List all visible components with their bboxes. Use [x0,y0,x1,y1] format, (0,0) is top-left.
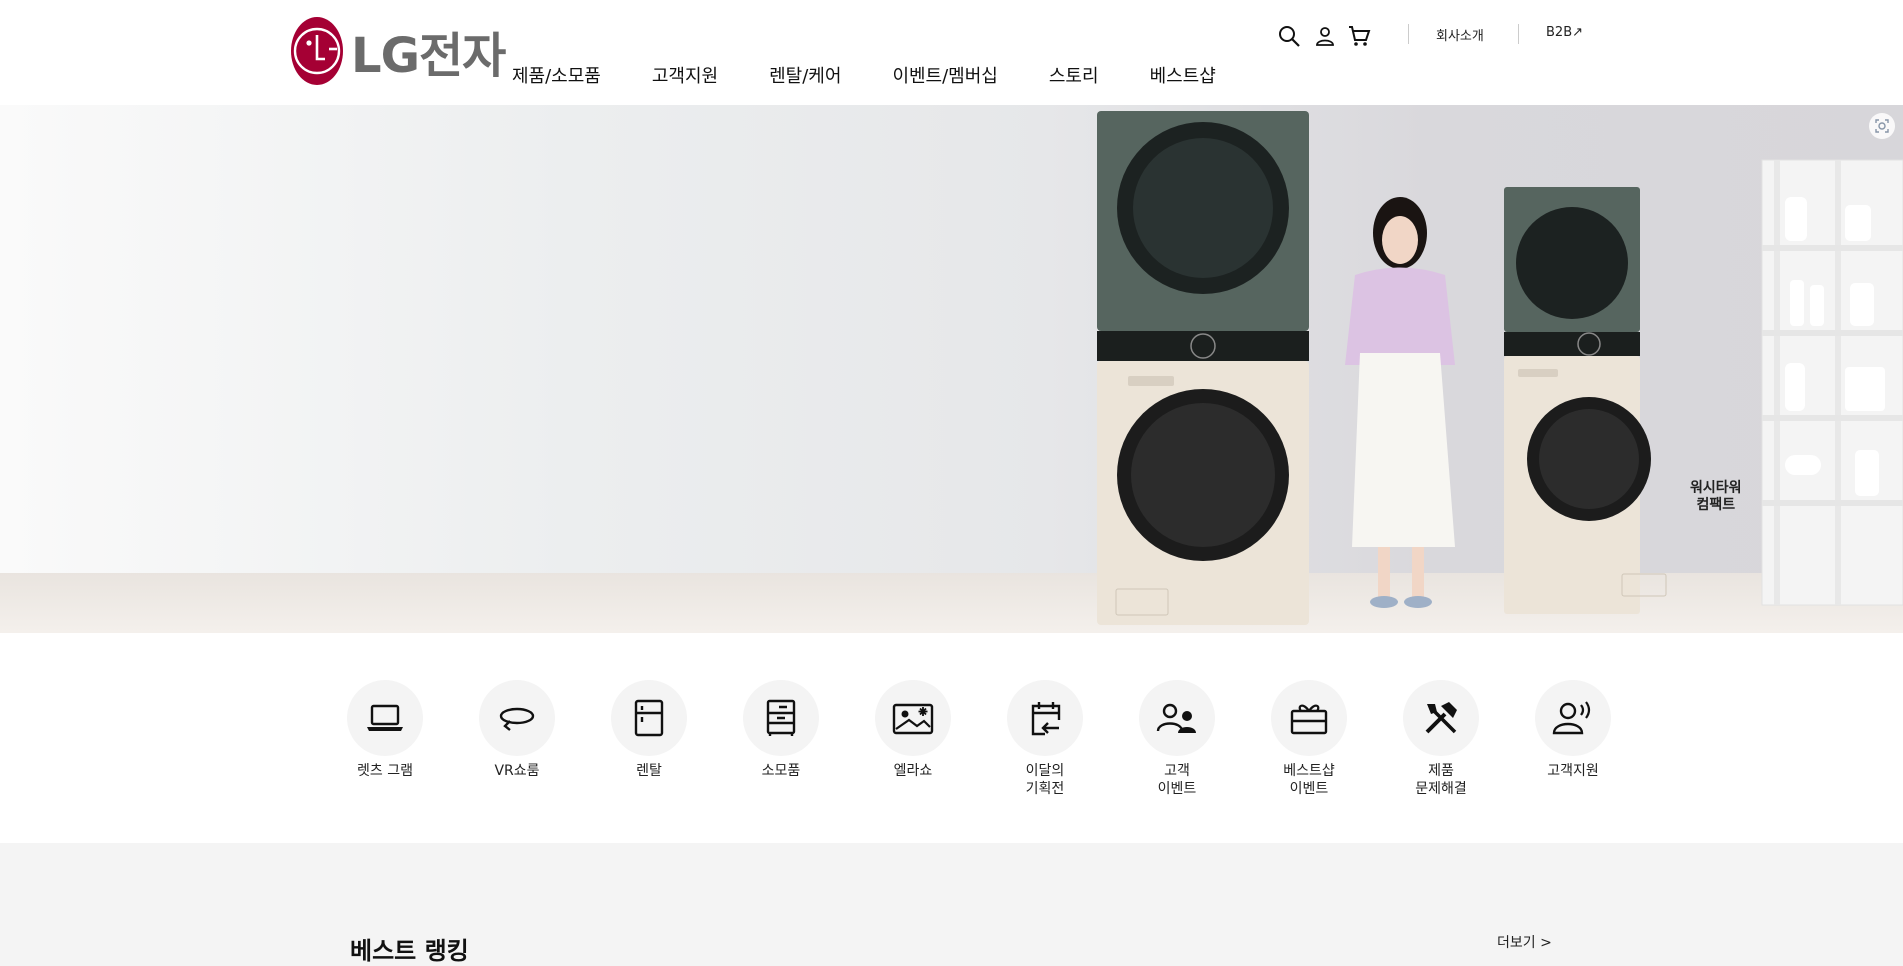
logo-text: LG전자 [351,28,506,84]
divider [1518,24,1519,44]
cart-icon[interactable] [1347,24,1371,48]
quick-item-label: 이달의 기획전 [1025,763,1065,797]
users-icon [1139,680,1215,756]
b2b-link[interactable]: B2B↗ [1546,25,1583,40]
nav-item-story[interactable]: 스토리 [1049,62,1099,88]
quick-item-bestshop-event[interactable]: 베스트샵 이벤트 [1243,680,1375,798]
image-sparkle-icon [875,680,951,756]
quick-item-label: 렌탈 [636,763,662,779]
vr-rotate-icon [479,680,555,756]
search-icon[interactable] [1277,24,1301,48]
hero-illustration [1097,111,1903,625]
quick-item-label: 엘라쇼 [893,763,933,779]
global-nav: 제품/소모품 고객지원 렌탈/케어 이벤트/멤버십 스토리 베스트샵 [512,62,1267,88]
company-link[interactable]: 회사소개 [1436,25,1484,44]
best-ranking-section: 베스트 랭킹 더보기 > [0,843,1903,966]
nav-item-products[interactable]: 제품/소모품 [512,62,601,88]
hero-banner[interactable]: 워시타워 컴팩트 [0,105,1903,633]
quick-menu: 렛츠 그램 VR쇼룸 렌탈 소모품 엘라쇼 이달의 기획전 고객 이벤트 베스트… [319,680,1639,798]
laptop-icon [347,680,423,756]
quick-item-letsgram[interactable]: 렛츠 그램 [319,680,451,798]
quick-item-ellashow[interactable]: 엘라쇼 [847,680,979,798]
product-label: 워시타워 컴팩트 [1690,480,1742,514]
quick-item-troubleshooting[interactable]: 제품 문제해결 [1375,680,1507,798]
nav-item-rental[interactable]: 렌탈/케어 [769,62,841,88]
quick-item-customer-support[interactable]: 고객지원 [1507,680,1639,798]
lg-logo-mark-icon [291,17,343,85]
divider [1408,24,1409,44]
quick-item-label: VR쇼룸 [494,763,540,779]
quick-item-label: 고객지원 [1547,763,1599,779]
quick-item-vr-showroom[interactable]: VR쇼룸 [451,680,583,798]
refrigerator-icon [611,680,687,756]
quick-item-label: 고객 이벤트 [1157,763,1197,797]
quick-item-label: 제품 문제해결 [1415,763,1467,797]
lg-logo[interactable]: LG전자 [291,16,506,86]
site-header: LG전자 제품/소모품 고객지원 렌탈/케어 이벤트/멤버십 스토리 베스트샵 … [0,0,1903,105]
support-agent-icon [1535,680,1611,756]
quick-item-monthly-promo[interactable]: 이달의 기획전 [979,680,1111,798]
lg-face-icon [293,27,341,75]
quick-item-label: 베스트샵 이벤트 [1283,763,1335,797]
quick-item-label: 소모품 [761,763,801,779]
nav-item-events[interactable]: 이벤트/멤버십 [892,62,997,88]
section-title: 베스트 랭킹 [350,937,469,965]
quick-item-customer-event[interactable]: 고객 이벤트 [1111,680,1243,798]
quick-item-consumables[interactable]: 소모품 [715,680,847,798]
more-link[interactable]: 더보기 > [1497,932,1552,952]
quick-item-rental[interactable]: 렌탈 [583,680,715,798]
drawer-icon [743,680,819,756]
user-icon[interactable] [1313,24,1337,48]
gift-icon [1271,680,1347,756]
nav-item-bestshop[interactable]: 베스트샵 [1150,62,1216,88]
nav-item-support[interactable]: 고객지원 [652,62,718,88]
tools-icon [1403,680,1479,756]
capture-icon[interactable] [1869,113,1895,139]
product-label-line2: 컴팩트 [1696,497,1736,513]
quick-item-label: 렛츠 그램 [357,763,413,779]
product-label-line1: 워시타워 [1690,480,1742,496]
calendar-arrow-icon [1007,680,1083,756]
